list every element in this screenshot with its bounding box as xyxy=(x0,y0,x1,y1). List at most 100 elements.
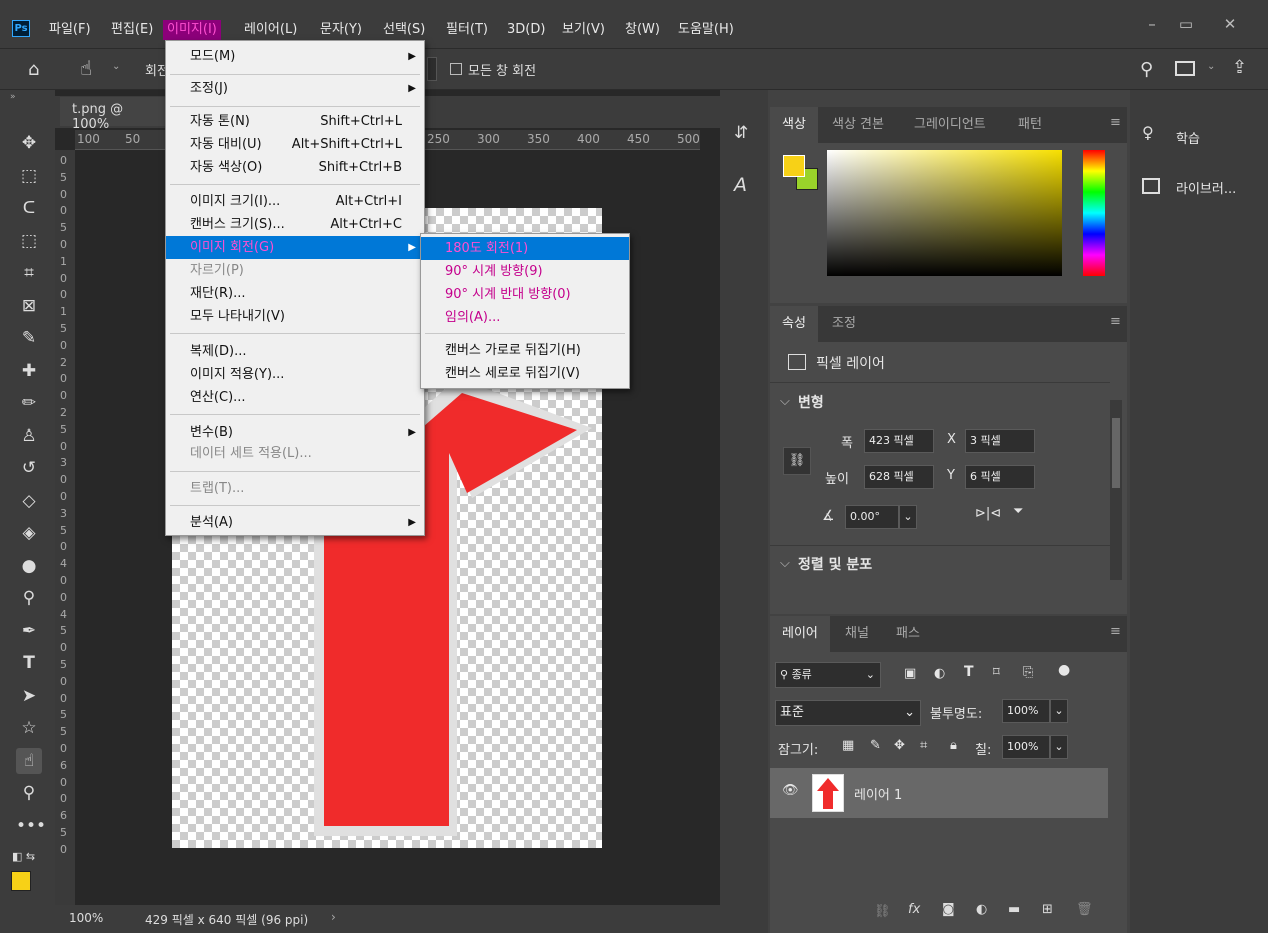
eraser-tool-icon[interactable]: ◇ xyxy=(16,488,42,514)
menu-item-arbitrary[interactable]: 임의(A)... xyxy=(421,306,629,329)
color-field[interactable] xyxy=(827,150,1062,276)
paint-bucket-icon[interactable]: ◈ xyxy=(16,520,42,546)
menu-window[interactable]: 창(W) xyxy=(625,20,660,40)
menu-item-auto-color[interactable]: 자동 색상(O) Shift+Ctrl+B xyxy=(166,156,424,179)
panel-menu-icon[interactable]: ≡ xyxy=(1110,314,1121,329)
lock-transparent-icon[interactable]: ▦ xyxy=(842,738,854,753)
tab-swatches[interactable]: 색상 견본 xyxy=(820,107,896,143)
lightbulb-icon[interactable]: ♀ xyxy=(1142,123,1154,142)
chevron-down-icon[interactable]: ⌄ xyxy=(1207,61,1215,72)
trash-icon[interactable]: 🗑︎ xyxy=(1076,902,1093,917)
menu-filter[interactable]: 필터(T) xyxy=(446,20,488,40)
search-icon[interactable]: ⚲ xyxy=(1140,59,1153,80)
width-field[interactable]: 423 픽셀 xyxy=(864,429,934,453)
link-layers-icon[interactable]: ⛓ xyxy=(874,904,891,919)
shape-tool-icon[interactable]: ☆ xyxy=(16,715,42,741)
tab-patterns[interactable]: 패턴 xyxy=(1006,107,1054,143)
move-tool-icon[interactable]: ✥ xyxy=(16,130,42,156)
lock-artboard-icon[interactable]: ⌗ xyxy=(920,738,927,753)
fx-icon[interactable]: fx xyxy=(908,902,920,917)
libraries-panel-label[interactable]: 라이브러... xyxy=(1176,178,1236,197)
scrollbar[interactable] xyxy=(1110,400,1122,580)
filter-toggle-icon[interactable]: ● xyxy=(1058,662,1070,678)
filter-pixel-icon[interactable]: ▣ xyxy=(904,666,916,681)
marquee-tool-icon[interactable]: ⬚ xyxy=(16,163,42,189)
menu-3d[interactable]: 3D(D) xyxy=(507,20,545,40)
x-field[interactable]: 3 픽셀 xyxy=(965,429,1035,453)
adjustment-layer-icon[interactable]: ◐ xyxy=(976,902,987,917)
share-icon[interactable]: ⇪ xyxy=(1232,57,1247,78)
workspace-icon[interactable] xyxy=(1175,61,1195,76)
pen-tool-icon[interactable]: ✒ xyxy=(16,618,42,644)
menu-item-rotate-90-ccw[interactable]: 90° 시계 반대 방향(0) xyxy=(421,283,629,306)
menu-item-trap[interactable]: 트랩(T)... xyxy=(166,477,424,500)
foreground-color-swatch[interactable] xyxy=(11,871,31,891)
tab-channels[interactable]: 채널 xyxy=(833,616,881,652)
menu-item-adjustments[interactable]: 조정(J) ▶ xyxy=(166,77,424,100)
foreground-color-swatch[interactable] xyxy=(783,155,805,177)
height-field[interactable]: 628 픽셀 xyxy=(864,465,934,489)
brush-tool-icon[interactable]: ✏ xyxy=(16,390,42,416)
libraries-icon[interactable] xyxy=(1142,178,1160,194)
link-icon[interactable]: ⛓ xyxy=(783,447,811,475)
menu-item-crop[interactable]: 자르기(P) xyxy=(166,259,424,282)
menu-item-rotate-90-cw[interactable]: 90° 시계 방향(9) xyxy=(421,260,629,283)
layer-filter-select[interactable]: ⚲ 종류 ⌄ xyxy=(775,662,881,688)
close-icon[interactable]: ✕ xyxy=(1210,12,1250,36)
angle-field[interactable]: 0.00° xyxy=(845,505,899,529)
frame-tool-icon[interactable]: ⊠ xyxy=(16,293,42,319)
type-tool-icon[interactable]: T xyxy=(16,650,42,676)
visibility-eye-icon[interactable]: 👁︎ xyxy=(782,783,799,798)
chevron-down-icon[interactable]: ⌵ xyxy=(780,556,790,571)
layer-name[interactable]: 레이어 1 xyxy=(854,784,902,803)
tab-gradients[interactable]: 그레이디언트 xyxy=(902,107,998,143)
menu-item-canvas-size[interactable]: 캔버스 크기(S)... Alt+Ctrl+C xyxy=(166,213,424,236)
home-icon[interactable]: ⌂ xyxy=(28,59,39,80)
lock-position-icon[interactable]: ✥ xyxy=(894,738,905,753)
menu-item-auto-contrast[interactable]: 자동 대비(U) Alt+Shift+Ctrl+L xyxy=(166,133,424,156)
menu-layer[interactable]: 레이어(L) xyxy=(244,20,297,40)
menu-item-apply-data-set[interactable]: 데이터 세트 적용(L)... xyxy=(166,442,424,465)
eyedropper-tool-icon[interactable]: ✎ xyxy=(16,325,42,351)
menu-help[interactable]: 도움말(H) xyxy=(678,20,734,40)
menu-select[interactable]: 선택(S) xyxy=(383,20,425,40)
learn-panel-label[interactable]: 학습 xyxy=(1176,128,1200,147)
menu-item-image-rotation[interactable]: 이미지 회전(G) ▶ xyxy=(166,236,424,259)
filter-shape-icon[interactable]: ⌑ xyxy=(993,665,1000,680)
filter-type-icon[interactable]: T xyxy=(964,664,974,680)
menu-item-image-size[interactable]: 이미지 크기(I)... Alt+Ctrl+I xyxy=(166,190,424,213)
menu-item-auto-tone[interactable]: 자동 톤(N) Shift+Ctrl+L xyxy=(166,110,424,133)
layer-row[interactable]: 👁︎ 레이어 1 xyxy=(770,768,1108,818)
new-layer-icon[interactable]: ⊞ xyxy=(1042,902,1053,917)
menu-item-duplicate[interactable]: 복제(D)... xyxy=(166,340,424,363)
maximize-icon[interactable]: ▭ xyxy=(1166,12,1206,36)
menu-item-rotate-180[interactable]: 180도 회전(1) xyxy=(421,237,629,260)
tab-adjustments[interactable]: 조정 xyxy=(820,306,868,342)
chevron-right-icon[interactable]: › xyxy=(331,910,336,924)
fill-dropdown[interactable]: ⌄ xyxy=(1050,735,1068,759)
angle-dropdown[interactable]: ⌄ xyxy=(899,505,917,529)
tab-color[interactable]: 색상 xyxy=(770,107,818,143)
menu-edit[interactable]: 편집(E) xyxy=(111,20,153,40)
object-select-tool-icon[interactable]: ⬚ xyxy=(16,228,42,254)
flip-horizontal-icon[interactable]: ⊳|⊲ xyxy=(975,506,1001,521)
stamp-tool-icon[interactable]: ♙ xyxy=(16,423,42,449)
menu-item-reveal-all[interactable]: 모두 나타내기(V) xyxy=(166,305,424,328)
healing-brush-icon[interactable]: ✚ xyxy=(16,358,42,384)
document-tab[interactable]: t.png @ 100% xyxy=(60,97,175,132)
rotate-view-tool-icon[interactable]: ☝ xyxy=(80,56,92,80)
y-field[interactable]: 6 픽셀 xyxy=(965,465,1035,489)
rotate-angle-field[interactable] xyxy=(427,57,437,81)
menu-item-mode[interactable]: 모드(M) ▶ xyxy=(166,45,424,68)
tab-paths[interactable]: 패스 xyxy=(884,616,932,652)
filter-adjustment-icon[interactable]: ◐ xyxy=(934,666,945,681)
menu-view[interactable]: 보기(V) xyxy=(562,20,605,40)
collapse-icon[interactable]: » xyxy=(10,92,16,102)
opacity-dropdown[interactable]: ⌄ xyxy=(1050,699,1068,723)
swap-colors-icon[interactable]: ◧ ⇆ xyxy=(12,850,35,863)
tab-layers[interactable]: 레이어 xyxy=(770,616,830,652)
lock-paint-icon[interactable]: ✎ xyxy=(870,738,881,753)
path-select-icon[interactable]: ➤ xyxy=(16,683,42,709)
blend-mode-select[interactable]: 표준 ⌄ xyxy=(775,700,921,726)
panel-menu-icon[interactable]: ≡ xyxy=(1110,115,1121,130)
